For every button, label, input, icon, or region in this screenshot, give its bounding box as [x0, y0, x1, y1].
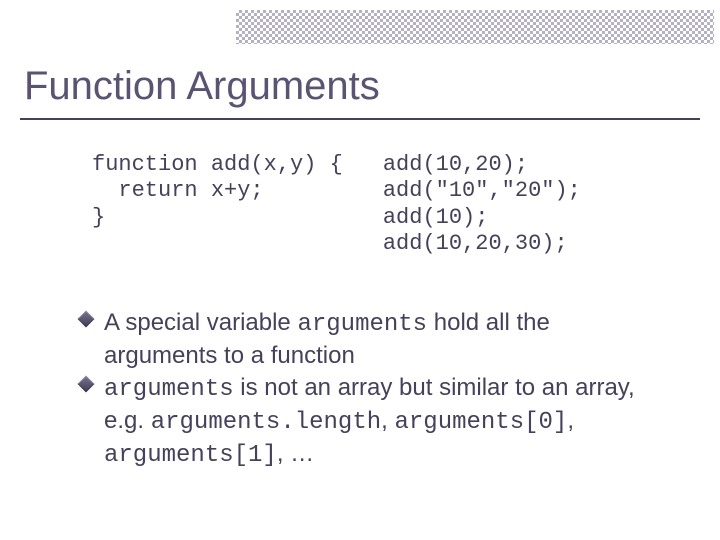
- slide: Function Arguments function add(x,y) { r…: [0, 0, 720, 540]
- decorative-top-pattern: [236, 10, 714, 44]
- inline-code: arguments[0]: [394, 409, 567, 436]
- code-definition: function add(x,y) { return x+y; }: [92, 152, 343, 258]
- code-calls: add(10,20); add("10","20"); add(10); add…: [383, 152, 581, 258]
- inline-code: arguments: [104, 376, 234, 403]
- bullet-text: A special variable: [104, 309, 297, 336]
- inline-code: arguments.length: [151, 409, 381, 436]
- slide-title: Function Arguments: [24, 64, 380, 109]
- inline-code: arguments: [297, 311, 427, 338]
- inline-code: arguments[1]: [104, 442, 277, 469]
- diamond-bullet-icon: [78, 311, 95, 328]
- title-underline: [20, 118, 700, 120]
- bullet-text: ,: [567, 407, 574, 434]
- bullet-list: A special variable arguments hold all th…: [80, 308, 660, 474]
- bullet-item: A special variable arguments hold all th…: [80, 308, 660, 371]
- code-row: function add(x,y) { return x+y; } add(10…: [92, 152, 680, 258]
- bullet-item: arguments is not an array but similar to…: [80, 373, 660, 471]
- bullet-text: ,: [381, 407, 394, 434]
- diamond-bullet-icon: [78, 376, 95, 393]
- bullet-text: , …: [277, 440, 314, 467]
